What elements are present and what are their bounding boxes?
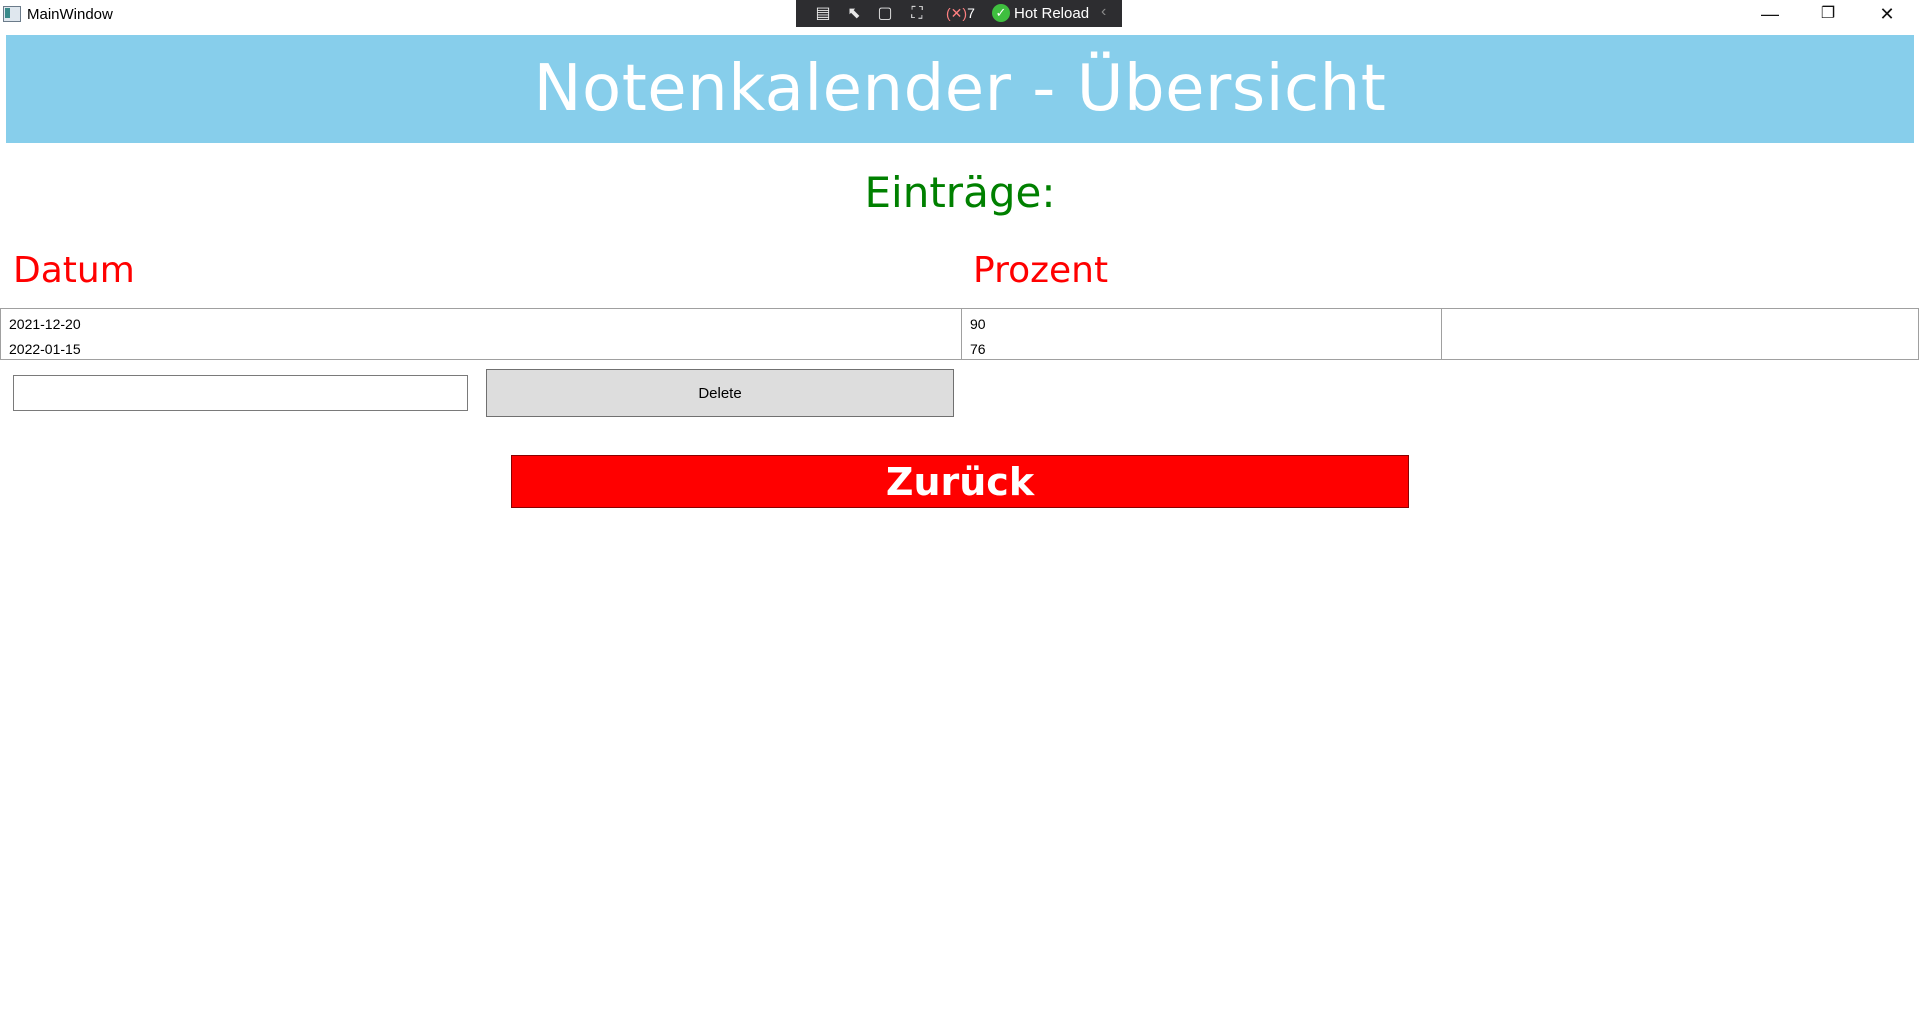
debug-toolbar: ▤ ⬉ ▢ ⛶ (✕)7 ✓ Hot Reload ‹ xyxy=(796,0,1122,27)
entry-input[interactable] xyxy=(13,375,468,411)
display-layout-adorners-icon[interactable]: ▢ xyxy=(874,4,896,23)
delete-button[interactable]: Delete xyxy=(486,369,954,417)
list-item[interactable]: 76 xyxy=(970,340,1433,365)
page-title: Notenkalender - Übersicht xyxy=(533,52,1387,126)
column-header-percent: Prozent xyxy=(973,250,1109,291)
entries-table: 2021-12-20 2022-01-15 90 76 xyxy=(0,308,1919,360)
page-header: Notenkalender - Übersicht xyxy=(6,35,1914,143)
binding-failures-badge[interactable]: (✕)7 xyxy=(946,5,975,22)
live-visual-tree-icon[interactable]: ▤ xyxy=(812,4,834,23)
hot-reload-label[interactable]: Hot Reload xyxy=(1014,5,1089,22)
window-title: MainWindow xyxy=(27,6,113,23)
close-button[interactable]: ✕ xyxy=(1858,0,1916,30)
track-focus-icon[interactable]: ⛶ xyxy=(906,4,928,23)
list-item[interactable]: 2022-01-15 xyxy=(9,340,953,365)
app-icon xyxy=(3,6,21,22)
percent-list[interactable]: 90 76 xyxy=(961,309,1441,359)
restore-button[interactable]: ❐ xyxy=(1799,0,1857,30)
date-list[interactable]: 2021-12-20 2022-01-15 xyxy=(1,309,961,359)
back-button[interactable]: Zurück xyxy=(511,455,1409,508)
collapse-toolbar-icon[interactable]: ‹ xyxy=(1101,3,1106,21)
hot-reload-status-icon: ✓ xyxy=(992,4,1010,22)
column-header-date: Datum xyxy=(13,250,135,291)
entries-heading: Einträge: xyxy=(864,168,1056,217)
binding-failures-count: 7 xyxy=(967,5,975,21)
list-item[interactable]: 90 xyxy=(970,315,1433,340)
empty-list[interactable] xyxy=(1441,309,1918,359)
minimize-button[interactable]: — xyxy=(1741,0,1799,30)
title-bar: MainWindow ▤ ⬉ ▢ ⛶ (✕)7 ✓ Hot Reload ‹ —… xyxy=(0,0,1920,30)
select-element-icon[interactable]: ⬉ xyxy=(843,4,865,23)
list-item[interactable]: 2021-12-20 xyxy=(9,315,953,340)
